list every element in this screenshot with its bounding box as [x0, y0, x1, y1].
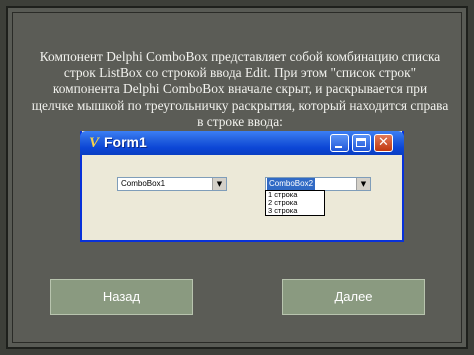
combobox1[interactable]: ComboBox1 ▼ — [117, 177, 227, 191]
minimize-button[interactable] — [330, 134, 349, 152]
dropdown-arrow-icon[interactable]: ▼ — [356, 178, 370, 190]
back-button[interactable]: Назад — [50, 279, 193, 315]
close-button[interactable]: ✕ — [374, 134, 393, 152]
next-button[interactable]: Далее — [282, 279, 425, 315]
title-bar[interactable]: V Form1 ✕ — [80, 131, 404, 155]
dropdown-arrow-icon[interactable]: ▼ — [212, 178, 226, 190]
window-title: Form1 — [104, 134, 147, 150]
combobox2[interactable]: ComboBox2 ▼ — [265, 177, 371, 191]
maximize-button[interactable] — [352, 134, 371, 152]
form-window: V Form1 ✕ ComboBox1 ▼ ComboBox2 ▼ 1 стро… — [80, 131, 404, 242]
minimize-icon — [335, 146, 342, 148]
delphi-icon: V — [88, 135, 99, 151]
combobox2-dropdown-list: 1 строка 2 строка 3 строка — [265, 190, 325, 216]
list-item[interactable]: 3 строка — [266, 207, 324, 215]
close-icon: ✕ — [378, 135, 389, 150]
slide-caption: Компонент Delphi ComboBox представляет с… — [31, 49, 449, 129]
maximize-icon — [356, 138, 366, 147]
combobox2-value: ComboBox2 — [267, 178, 316, 190]
combobox1-value: ComboBox1 — [121, 179, 166, 188]
